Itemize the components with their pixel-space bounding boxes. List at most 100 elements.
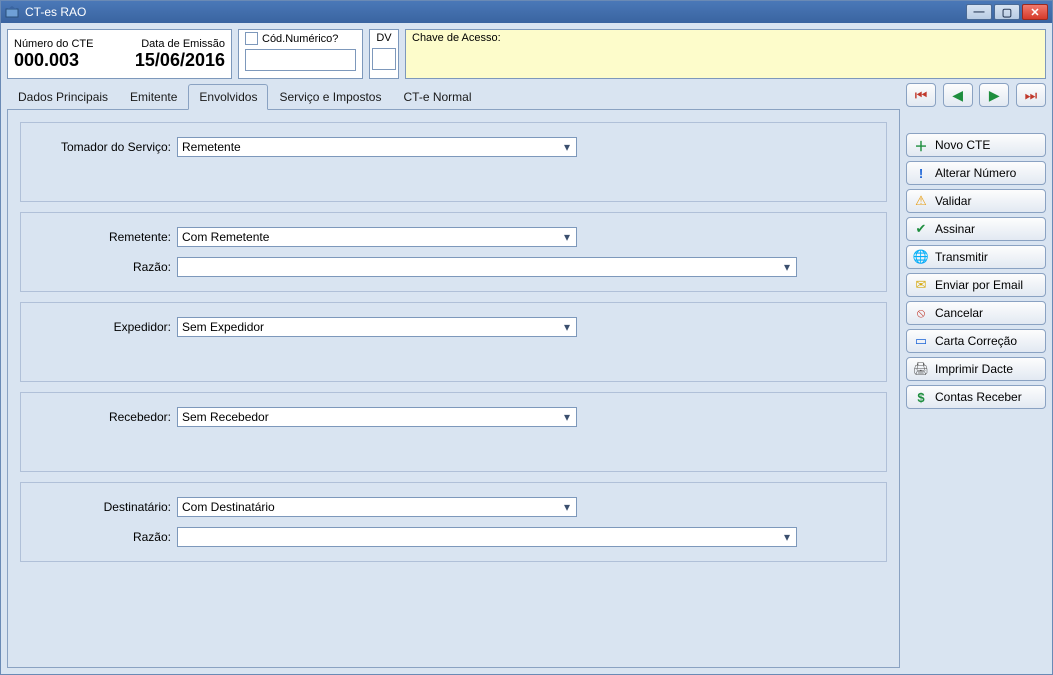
remetente-label: Remetente:: [31, 230, 171, 244]
recebedor-select[interactable]: Sem Recebedor ▾: [177, 407, 577, 427]
remetente-select[interactable]: Com Remetente ▾: [177, 227, 577, 247]
numero-value: 000.003: [14, 50, 79, 71]
remetente-razao-select[interactable]: ▾: [177, 257, 797, 277]
dv-box: DV: [369, 29, 399, 79]
check-icon: ✔: [913, 221, 929, 237]
tab-envolvidos[interactable]: Envolvidos: [188, 84, 268, 110]
alterar-numero-button[interactable]: ! Alterar Número: [906, 161, 1046, 185]
tab-emitente[interactable]: Emitente: [119, 84, 188, 110]
imprimir-dacte-button[interactable]: 🖨 Imprimir Dacte: [906, 357, 1046, 381]
header-boxes: Número do CTE Data de Emissão 000.003 15…: [7, 29, 1046, 79]
cod-numerico-box: Cód.Numérico?: [238, 29, 363, 79]
recebedor-value: Sem Recebedor: [182, 410, 269, 424]
app-icon: [5, 5, 19, 19]
arrow-right-icon: ▶: [989, 87, 1000, 104]
contas-receber-button[interactable]: $ Contas Receber: [906, 385, 1046, 409]
window: CT-es RAO — ▢ ✕ Número do CTE Data de Em…: [0, 0, 1053, 675]
titlebar: CT-es RAO — ▢ ✕: [1, 1, 1052, 23]
remetente-razao-label: Razão:: [31, 260, 171, 274]
recebedor-label: Recebedor:: [31, 410, 171, 424]
client-area: Número do CTE Data de Emissão 000.003 15…: [1, 23, 1052, 674]
dv-input[interactable]: [372, 48, 396, 70]
expedidor-value: Sem Expedidor: [182, 320, 264, 334]
enviar-email-button[interactable]: ✉ Enviar por Email: [906, 273, 1046, 297]
globe-icon: 🌐: [913, 249, 929, 265]
document-icon: ▭: [913, 333, 929, 349]
alterar-numero-label: Alterar Número: [935, 166, 1016, 180]
arrow-first-icon: ⏮: [915, 87, 928, 104]
assinar-label: Assinar: [935, 222, 975, 236]
nav-last-button[interactable]: ⏭: [1016, 83, 1046, 107]
cte-number-box: Número do CTE Data de Emissão 000.003 15…: [7, 29, 232, 79]
chevron-down-icon: ▾: [560, 230, 574, 244]
chevron-down-icon: ▾: [560, 320, 574, 334]
main-row: Dados Principais Emitente Envolvidos Ser…: [7, 83, 1046, 668]
data-label: Data de Emissão: [141, 38, 225, 50]
novo-cte-button[interactable]: ＋ Novo CTE: [906, 133, 1046, 157]
tab-cte-normal[interactable]: CT-e Normal: [392, 84, 482, 110]
destinatario-razao-label: Razão:: [31, 530, 171, 544]
chevron-down-icon: ▾: [780, 260, 794, 274]
chevron-down-icon: ▾: [780, 530, 794, 544]
tab-host: Dados Principais Emitente Envolvidos Ser…: [7, 83, 900, 668]
cod-numerico-label: Cód.Numérico?: [262, 33, 338, 45]
novo-cte-label: Novo CTE: [935, 138, 990, 152]
cancelar-label: Cancelar: [935, 306, 983, 320]
destinatario-value: Com Destinatário: [182, 500, 275, 514]
chave-acesso-label: Chave de Acesso:: [412, 32, 1039, 44]
plus-icon: ＋: [913, 137, 929, 153]
cod-numerico-input[interactable]: [245, 49, 356, 71]
imprimir-dacte-label: Imprimir Dacte: [935, 362, 1013, 376]
tab-servico-impostos[interactable]: Serviço e Impostos: [268, 84, 392, 110]
assinar-button[interactable]: ✔ Assinar: [906, 217, 1046, 241]
tomador-select[interactable]: Remetente ▾: [177, 137, 577, 157]
tomador-value: Remetente: [182, 140, 241, 154]
transmitir-label: Transmitir: [935, 250, 988, 264]
contas-receber-label: Contas Receber: [935, 390, 1022, 404]
validar-button[interactable]: ⚠ Validar: [906, 189, 1046, 213]
arrow-left-icon: ◀: [952, 87, 963, 104]
warning-icon: ⚠: [913, 193, 929, 209]
tab-dados-principais[interactable]: Dados Principais: [7, 84, 119, 110]
numero-label: Número do CTE: [14, 38, 93, 50]
arrow-last-icon: ⏭: [1025, 87, 1038, 104]
group-expedidor: Expedidor: Sem Expedidor ▾: [20, 302, 887, 382]
cancel-icon: ⦸: [913, 305, 929, 321]
window-title: CT-es RAO: [25, 5, 86, 19]
minimize-button[interactable]: —: [966, 4, 992, 20]
mail-icon: ✉: [913, 277, 929, 293]
tomador-label: Tomador do Serviço:: [31, 140, 171, 154]
expedidor-select[interactable]: Sem Expedidor ▾: [177, 317, 577, 337]
group-remetente: Remetente: Com Remetente ▾ Razão: ▾: [20, 212, 887, 292]
validar-label: Validar: [935, 194, 971, 208]
chevron-down-icon: ▾: [560, 500, 574, 514]
group-tomador: Tomador do Serviço: Remetente ▾: [20, 122, 887, 202]
nav-row: ⏮ ◀ ▶ ⏭: [906, 83, 1046, 107]
chevron-down-icon: ▾: [560, 140, 574, 154]
right-column: ⏮ ◀ ▶ ⏭ ＋ Novo CTE ! Alterar Número ⚠ Va…: [906, 83, 1046, 668]
remetente-value: Com Remetente: [182, 230, 269, 244]
cancelar-button[interactable]: ⦸ Cancelar: [906, 301, 1046, 325]
exclamation-icon: !: [913, 165, 929, 181]
carta-correcao-label: Carta Correção: [935, 334, 1017, 348]
nav-next-button[interactable]: ▶: [979, 83, 1009, 107]
nav-prev-button[interactable]: ◀: [943, 83, 973, 107]
nav-first-button[interactable]: ⏮: [906, 83, 936, 107]
dollar-icon: $: [913, 389, 929, 405]
cod-numerico-checkbox[interactable]: [245, 32, 258, 45]
expedidor-label: Expedidor:: [31, 320, 171, 334]
printer-icon: 🖨: [913, 361, 929, 377]
transmitir-button[interactable]: 🌐 Transmitir: [906, 245, 1046, 269]
destinatario-label: Destinatário:: [31, 500, 171, 514]
destinatario-razao-select[interactable]: ▾: [177, 527, 797, 547]
group-recebedor: Recebedor: Sem Recebedor ▾: [20, 392, 887, 472]
group-destinatario: Destinatário: Com Destinatário ▾ Razão: …: [20, 482, 887, 562]
data-value: 15/06/2016: [135, 50, 225, 71]
chave-acesso-box: Chave de Acesso:: [405, 29, 1046, 79]
chevron-down-icon: ▾: [560, 410, 574, 424]
destinatario-select[interactable]: Com Destinatário ▾: [177, 497, 577, 517]
tab-bar: Dados Principais Emitente Envolvidos Ser…: [7, 83, 900, 110]
carta-correcao-button[interactable]: ▭ Carta Correção: [906, 329, 1046, 353]
close-button[interactable]: ✕: [1022, 4, 1048, 20]
maximize-button[interactable]: ▢: [994, 4, 1020, 20]
